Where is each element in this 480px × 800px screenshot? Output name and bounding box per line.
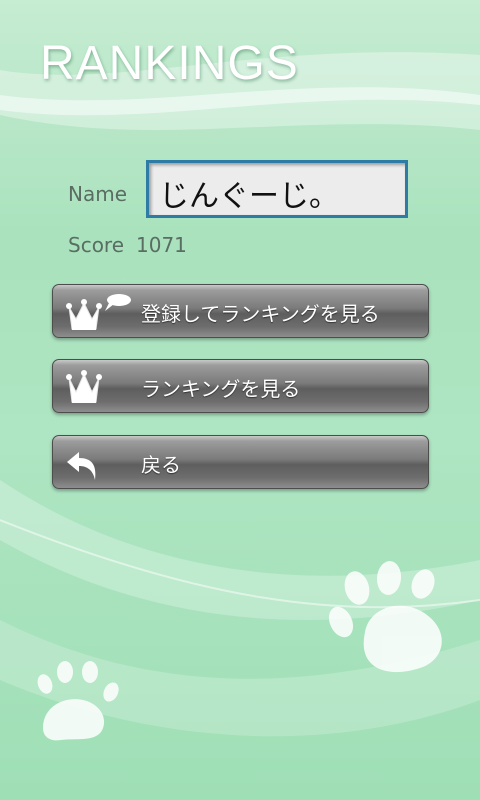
name-input[interactable]: じんぐーじ。 (146, 160, 408, 218)
crown-speech-bubble-icon (66, 294, 131, 330)
paw-print-icon (37, 661, 119, 741)
back-button[interactable]: 戻る (52, 435, 429, 489)
view-rankings-button[interactable]: ランキングを見る (52, 359, 429, 413)
back-arrow-icon (67, 452, 96, 480)
register-and-view-rankings-label: 登録してランキングを見る (141, 302, 380, 326)
page-title: RANKINGS (40, 37, 299, 90)
crown-icon (66, 370, 102, 403)
view-rankings-label: ランキングを見る (141, 377, 301, 401)
register-and-view-rankings-button[interactable]: 登録してランキングを見る (52, 284, 429, 338)
score-value: 1071 (136, 233, 187, 257)
name-label: Name (68, 182, 128, 206)
score-label: Score (68, 233, 125, 257)
paw-print-icon (328, 561, 442, 673)
back-label: 戻る (141, 453, 181, 477)
